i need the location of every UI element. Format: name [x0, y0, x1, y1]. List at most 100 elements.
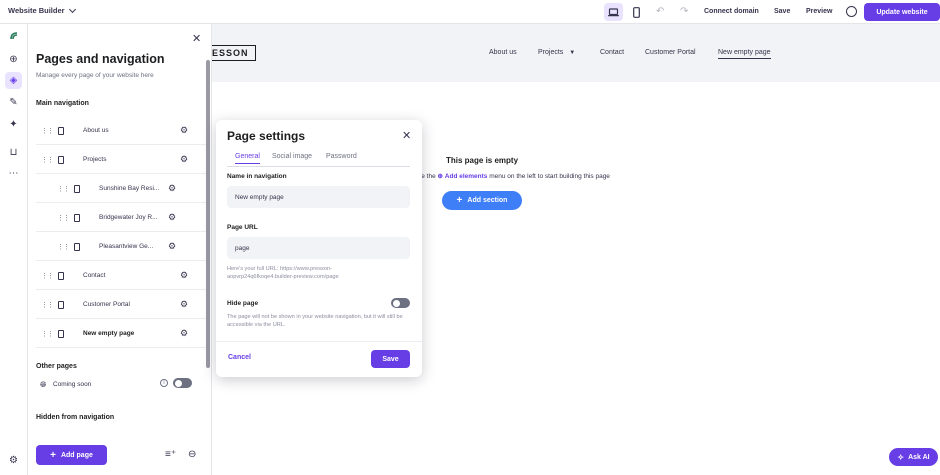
hide-page-label: Hide page: [227, 300, 259, 307]
add-element-icon[interactable]: ⊕: [5, 51, 22, 68]
store-icon[interactable]: ⊔: [5, 144, 22, 161]
panel-title: Pages and navigation: [36, 52, 165, 66]
modal-divider: [216, 341, 422, 342]
modal-tabs: General Social image Password: [227, 153, 410, 167]
add-list-icon[interactable]: ≡⁺: [165, 449, 176, 460]
name-in-navigation-label: Name in navigation: [227, 173, 287, 180]
page-icon: [74, 213, 80, 222]
save-button[interactable]: Save: [774, 8, 790, 15]
globe-icon: 🌐︎: [40, 380, 47, 389]
nav-item-projects[interactable]: ⋮⋮ Projects ⚙: [36, 146, 206, 174]
site-nav-contact[interactable]: Contact: [600, 49, 624, 56]
redo-icon[interactable]: ↷: [680, 6, 688, 17]
page-icon: [74, 184, 80, 193]
nav-item-label: Projects: [83, 156, 107, 163]
close-icon[interactable]: ✕: [402, 129, 411, 142]
settings-icon[interactable]: ⚙: [5, 452, 22, 469]
undo-icon[interactable]: ↶: [656, 6, 664, 17]
main-navigation-heading: Main navigation: [36, 100, 89, 107]
other-pages-heading: Other pages: [36, 363, 77, 370]
add-page-label: Add page: [60, 451, 93, 459]
drag-handle-icon[interactable]: ⋮⋮: [41, 272, 54, 280]
add-elements-link[interactable]: Add elements: [445, 173, 488, 180]
website-builder-menu[interactable]: Website Builder: [8, 5, 76, 15]
modal-save-button[interactable]: Save: [371, 350, 410, 368]
tab-password[interactable]: Password: [326, 153, 357, 160]
name-in-navigation-input[interactable]: New empty page: [227, 186, 410, 208]
add-section-button[interactable]: + Add section: [442, 191, 522, 210]
layers-icon[interactable]: ◈: [5, 72, 22, 89]
site-nav-customer-portal[interactable]: Customer Portal: [645, 49, 696, 56]
nav-item-label: Bridgewater Joy R...: [99, 214, 158, 221]
close-icon[interactable]: ✕: [192, 32, 201, 45]
globe-icon[interactable]: [846, 6, 857, 17]
ai-tools-icon[interactable]: ✦: [5, 116, 22, 133]
design-icon[interactable]: ✎: [5, 94, 22, 111]
nav-item-new-empty-page[interactable]: ⋮⋮ New empty page ⚙: [36, 320, 206, 348]
nav-item-label: Contact: [83, 272, 106, 279]
more-icon[interactable]: ⋯: [5, 165, 22, 182]
drag-handle-icon[interactable]: ⋮⋮: [41, 156, 54, 164]
gear-icon[interactable]: ⚙: [180, 154, 188, 165]
site-nav-about-us[interactable]: About us: [489, 49, 517, 56]
cancel-button[interactable]: Cancel: [228, 354, 251, 361]
page-url-input[interactable]: page: [227, 237, 410, 259]
page-url-label: Page URL: [227, 224, 258, 231]
empty-page-title: This page is empty: [446, 156, 519, 165]
nav-item-label: Sunshine Bay Resi...: [99, 185, 160, 192]
nav-item-contact[interactable]: ⋮⋮ Contact ⚙: [36, 262, 206, 290]
connect-domain-button[interactable]: Connect domain: [704, 8, 759, 15]
desktop-view-button[interactable]: [604, 3, 623, 21]
drag-handle-icon[interactable]: ⋮⋮: [41, 127, 54, 135]
nav-item-label: Pleasantview Ge...: [99, 243, 154, 250]
hide-page-toggle[interactable]: [391, 298, 410, 308]
page-icon: [58, 155, 64, 164]
nav-item-label: Customer Portal: [83, 301, 130, 308]
drag-handle-icon[interactable]: ⋮⋮: [57, 243, 70, 251]
add-elements-icon: ⊕: [437, 173, 443, 180]
ask-ai-button[interactable]: ✧ Ask AI: [889, 448, 938, 466]
site-header[interactable]: ESSON About us Projects ▼ Contact Custom…: [212, 24, 940, 82]
nav-item-customer-portal[interactable]: ⋮⋮ Customer Portal ⚙: [36, 291, 206, 319]
empty-page-hint: se the ⊕ Add elements menu on the left t…: [418, 172, 610, 180]
laptop-icon: [608, 7, 619, 16]
gear-icon[interactable]: ⚙: [168, 183, 176, 194]
chevron-down-icon: [68, 5, 76, 13]
update-website-button[interactable]: Update website: [864, 3, 940, 21]
logo-icon: [5, 27, 22, 44]
hide-page-note: The page will not be shown in your websi…: [227, 314, 403, 328]
tab-social-image[interactable]: Social image: [272, 153, 312, 160]
drag-handle-icon[interactable]: ⋮⋮: [57, 214, 70, 222]
drag-handle-icon[interactable]: ⋮⋮: [57, 185, 70, 193]
drag-handle-icon[interactable]: ⋮⋮: [41, 330, 54, 338]
link-icon[interactable]: ⊖: [188, 449, 196, 460]
gear-icon[interactable]: ⚙: [180, 125, 188, 136]
pages-panel: ✕ Pages and navigation Manage every page…: [28, 24, 212, 475]
nav-item-about-us[interactable]: ⋮⋮ About us ⚙: [36, 117, 206, 145]
gear-icon[interactable]: ⚙: [180, 328, 188, 339]
site-nav-new-empty-page[interactable]: New empty page: [718, 49, 771, 59]
site-nav-projects-label: Projects: [538, 49, 564, 56]
gear-icon[interactable]: ⚙: [168, 212, 176, 223]
caret-down-icon: ▼: [569, 50, 576, 56]
preview-button[interactable]: Preview: [806, 8, 832, 15]
gear-icon[interactable]: ⚙: [168, 241, 176, 252]
info-icon[interactable]: i: [160, 379, 168, 387]
drag-handle-icon[interactable]: ⋮⋮: [41, 301, 54, 309]
modal-title: Page settings: [227, 129, 306, 143]
gear-icon[interactable]: ⚙: [180, 299, 188, 310]
panel-subtitle: Manage every page of your website here: [36, 72, 154, 79]
page-icon: [58, 300, 64, 309]
site-logo[interactable]: ESSON: [212, 45, 256, 61]
mobile-view-button[interactable]: [627, 3, 646, 21]
nav-subitem-pleasantview[interactable]: ⋮⋮ Pleasantview Ge... ⚙: [36, 233, 206, 261]
coming-soon-toggle[interactable]: [173, 378, 192, 388]
other-page-coming-soon[interactable]: 🌐︎ Coming soon i: [36, 378, 206, 394]
site-nav-projects[interactable]: Projects ▼: [538, 49, 575, 56]
nav-subitem-bridgewater[interactable]: ⋮⋮ Bridgewater Joy R... ⚙: [36, 204, 206, 232]
gear-icon[interactable]: ⚙: [180, 270, 188, 281]
nav-subitem-sunshine-bay[interactable]: ⋮⋮ Sunshine Bay Resi... ⚙: [36, 175, 206, 203]
add-page-button[interactable]: + Add page: [36, 445, 107, 465]
tab-general[interactable]: General: [235, 153, 260, 164]
panel-scrollbar[interactable]: [206, 60, 210, 368]
